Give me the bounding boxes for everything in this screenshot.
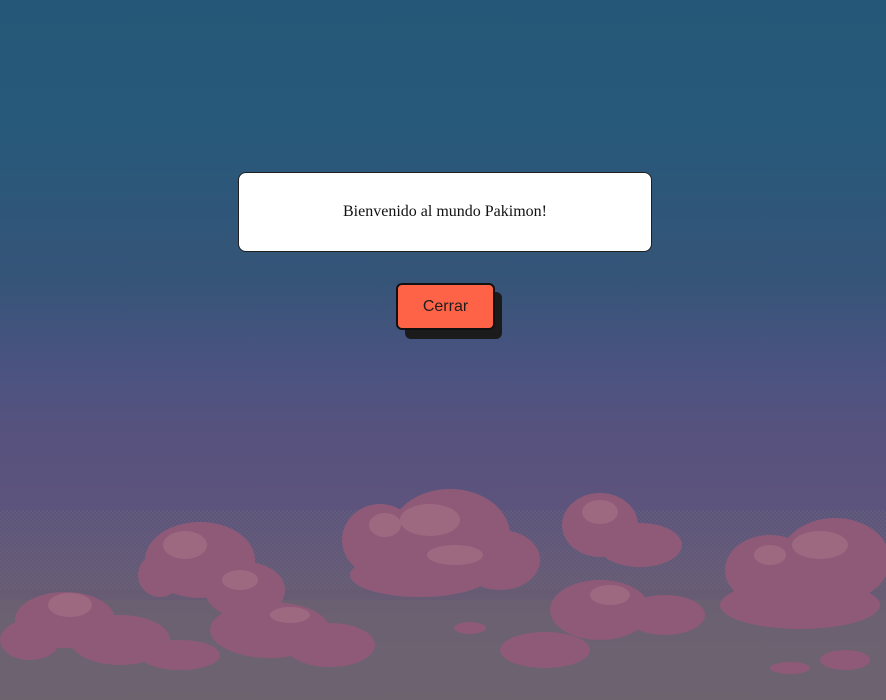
- welcome-dialog: Bienvenido al mundo Pakimon!: [238, 172, 652, 252]
- dialog-message: Bienvenido al mundo Pakimon!: [343, 203, 547, 220]
- pixel-cloud-background: [0, 489, 886, 700]
- close-button[interactable]: Cerrar: [396, 283, 495, 330]
